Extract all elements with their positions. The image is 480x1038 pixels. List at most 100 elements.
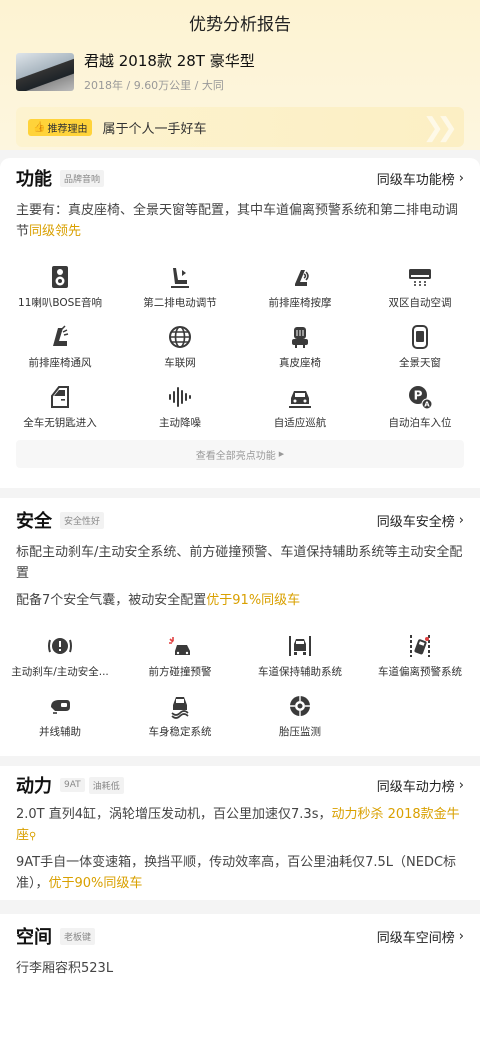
cruise-icon bbox=[289, 391, 311, 408]
power-desc1-main: 2.0T 直列4缸，涡轮增压发动机，百公里加速仅7.3s， bbox=[16, 807, 332, 822]
brake-warning-icon bbox=[48, 638, 72, 654]
leather-seat-icon bbox=[292, 327, 308, 348]
space-title: 空间 bbox=[16, 927, 52, 948]
power-rank-label: 同级车动力榜 bbox=[376, 779, 455, 795]
feature-label: 车联网 bbox=[164, 357, 196, 369]
feature-label: 真皮座椅 bbox=[279, 357, 321, 369]
function-features-grid: 11喇叭BOSE音响 第二排电动调节 前排座椅按摩 双区自动空调 前排座椅通风 … bbox=[0, 254, 480, 434]
power-description-1: 2.0T 直列4缸，涡轮增压发动机，百公里加速仅7.3s，动力秒杀 2018款金… bbox=[16, 804, 464, 847]
feature-label: 前排座椅通风 bbox=[28, 357, 92, 369]
reason-text: 属于个人一手好车 bbox=[102, 121, 207, 137]
feature-item[interactable]: 车联网 bbox=[120, 314, 240, 374]
car-thumbnail bbox=[16, 52, 74, 91]
feature-item[interactable]: 胎压监测 bbox=[240, 683, 360, 743]
power-card: 动力 9AT 油耗低 同级车动力榜 › 2.0T 直列4缸，涡轮增压发动机，百公… bbox=[0, 766, 480, 900]
car-title: 君越 2018款 28T 豪华型 bbox=[84, 52, 255, 70]
chevron-right-icon: › bbox=[458, 928, 464, 944]
space-tag: 老板键 bbox=[60, 927, 96, 945]
lane-keep-icon bbox=[289, 636, 311, 656]
function-tag: 品牌音响 bbox=[60, 169, 105, 187]
seat-massage-icon bbox=[295, 270, 309, 286]
space-rank-label: 同级车空间榜 bbox=[376, 930, 455, 946]
feature-item[interactable]: 全车无钥匙进入 bbox=[0, 374, 120, 434]
feature-label: 自动泊车入位 bbox=[388, 417, 452, 429]
power-tag-transmission: 9AT bbox=[60, 778, 85, 792]
feature-item[interactable]: 车身稳定系统 bbox=[120, 683, 240, 743]
svg-text:A: A bbox=[424, 401, 430, 409]
feature-item[interactable]: 全景天窗 bbox=[360, 314, 480, 374]
car-door-icon bbox=[51, 386, 69, 408]
feature-item[interactable]: PA 自动泊车入位 bbox=[360, 374, 480, 434]
seat-adjust-icon bbox=[171, 268, 189, 288]
view-all-features-button[interactable]: 查看全部亮点功能 ▶ bbox=[16, 440, 464, 468]
parking-icon: PA bbox=[409, 386, 433, 410]
lane-departure-icon bbox=[410, 635, 430, 657]
top-bar: 优势分析报告 bbox=[0, 0, 480, 44]
globe-icon bbox=[169, 326, 191, 348]
thumbs-up-icon: 👍 bbox=[33, 121, 46, 133]
space-rank-link[interactable]: 同级车空间榜 › bbox=[377, 927, 464, 946]
sunroof-icon bbox=[412, 325, 428, 349]
ac-icon bbox=[409, 269, 431, 287]
function-rank-label: 同级车功能榜 bbox=[376, 172, 455, 188]
safety-desc2-main: 配备7个安全气囊，被动安全配置 bbox=[16, 593, 207, 608]
feature-label: 车道保持辅助系统 bbox=[258, 666, 342, 678]
safety-tag: 安全性好 bbox=[60, 511, 105, 529]
chevrons-decoration-icon: ❯❯ bbox=[422, 113, 457, 143]
speaker-icon bbox=[52, 266, 68, 288]
function-desc-main: 主要有：真皮座椅、全景天窗等配置，其中车道偏离预警系统和第二排电动调节 bbox=[16, 203, 459, 239]
feature-item[interactable]: 车道偏离预警系统 bbox=[360, 623, 480, 683]
feature-item[interactable]: 主动刹车/主动安全... bbox=[0, 623, 120, 683]
feature-item[interactable]: 双区自动空调 bbox=[360, 254, 480, 314]
car-info[interactable]: 君越 2018款 28T 豪华型 2018年 / 9.60万公里 / 大同 bbox=[0, 44, 480, 93]
space-card: 空间 老板键 同级车空间榜 › 行李厢容积523L bbox=[0, 914, 480, 1038]
function-rank-link[interactable]: 同级车功能榜 › bbox=[377, 169, 464, 188]
safety-desc2-highlight: 优于91%同级车 bbox=[206, 593, 301, 608]
function-card: 功能 品牌音响 同级车功能榜 › 主要有：真皮座椅、全景天窗等配置，其中车道偏离… bbox=[0, 158, 480, 488]
feature-label: 主动降噪 bbox=[159, 417, 201, 429]
car-meta: 2018年 / 9.60万公里 / 大同 bbox=[84, 79, 224, 92]
feature-label: 主动刹车/主动安全... bbox=[11, 666, 109, 678]
view-all-label: 查看全部亮点功能 bbox=[195, 450, 276, 462]
stability-icon bbox=[171, 697, 189, 719]
reason-tag-label: 推荐理由 bbox=[47, 123, 88, 135]
feature-label: 车身稳定系统 bbox=[148, 726, 212, 738]
recommend-reason: 👍 推荐理由 属于个人一手好车 ❯❯ bbox=[16, 107, 464, 147]
power-title: 动力 bbox=[16, 776, 52, 797]
feature-item[interactable]: 前方碰撞预警 bbox=[120, 623, 240, 683]
feature-item[interactable]: 并线辅助 bbox=[0, 683, 120, 743]
chevron-right-icon: › bbox=[458, 777, 464, 793]
feature-label: 自适应巡航 bbox=[273, 417, 327, 429]
feature-label: 第二排电动调节 bbox=[143, 297, 217, 309]
chevron-right-icon: › bbox=[458, 170, 464, 186]
feature-item[interactable]: 主动降噪 bbox=[120, 374, 240, 434]
power-desc2-highlight: 优于90%同级车 bbox=[48, 876, 143, 891]
power-description-2: 9AT手自一体变速箱，换挡平顺，传动效率高，百公里油耗仅7.5L（NEDC标准）… bbox=[16, 852, 464, 894]
page-title: 优势分析报告 bbox=[189, 14, 291, 35]
function-desc-highlight: 同级领先 bbox=[29, 224, 82, 239]
feature-item[interactable]: 车道保持辅助系统 bbox=[240, 623, 360, 683]
chevron-right-icon: › bbox=[458, 512, 464, 528]
power-tag-fuel: 油耗低 bbox=[88, 776, 124, 794]
feature-item[interactable]: 真皮座椅 bbox=[240, 314, 360, 374]
safety-card: 安全 安全性好 同级车安全榜 › 标配主动刹车/主动安全系统、前方碰撞预警、车道… bbox=[0, 498, 480, 756]
feature-label: 全景天窗 bbox=[399, 357, 441, 369]
blind-spot-icon bbox=[51, 700, 70, 714]
safety-rank-link[interactable]: 同级车安全榜 › bbox=[377, 511, 464, 530]
function-description: 主要有：真皮座椅、全景天窗等配置，其中车道偏离预警系统和第二排电动调节同级领先 bbox=[16, 200, 464, 242]
feature-label: 双区自动空调 bbox=[388, 297, 452, 309]
feature-label: 11喇叭BOSE音响 bbox=[18, 297, 102, 309]
feature-item[interactable]: 11喇叭BOSE音响 bbox=[0, 254, 120, 314]
svg-text:P: P bbox=[414, 389, 423, 403]
search-icon[interactable]: ⚲ bbox=[29, 831, 36, 842]
power-rank-link[interactable]: 同级车动力榜 › bbox=[377, 776, 464, 795]
feature-item[interactable]: 前排座椅通风 bbox=[0, 314, 120, 374]
feature-label: 胎压监测 bbox=[279, 726, 321, 738]
feature-item[interactable]: 前排座椅按摩 bbox=[240, 254, 360, 314]
space-description: 行李厢容积523L bbox=[16, 961, 114, 976]
feature-item[interactable]: 第二排电动调节 bbox=[120, 254, 240, 314]
reason-tag: 👍 推荐理由 bbox=[28, 118, 93, 136]
feature-item[interactable]: 自适应巡航 bbox=[240, 374, 360, 434]
feature-label: 前排座椅按摩 bbox=[268, 297, 332, 309]
triangle-right-icon: ▶ bbox=[278, 450, 285, 458]
